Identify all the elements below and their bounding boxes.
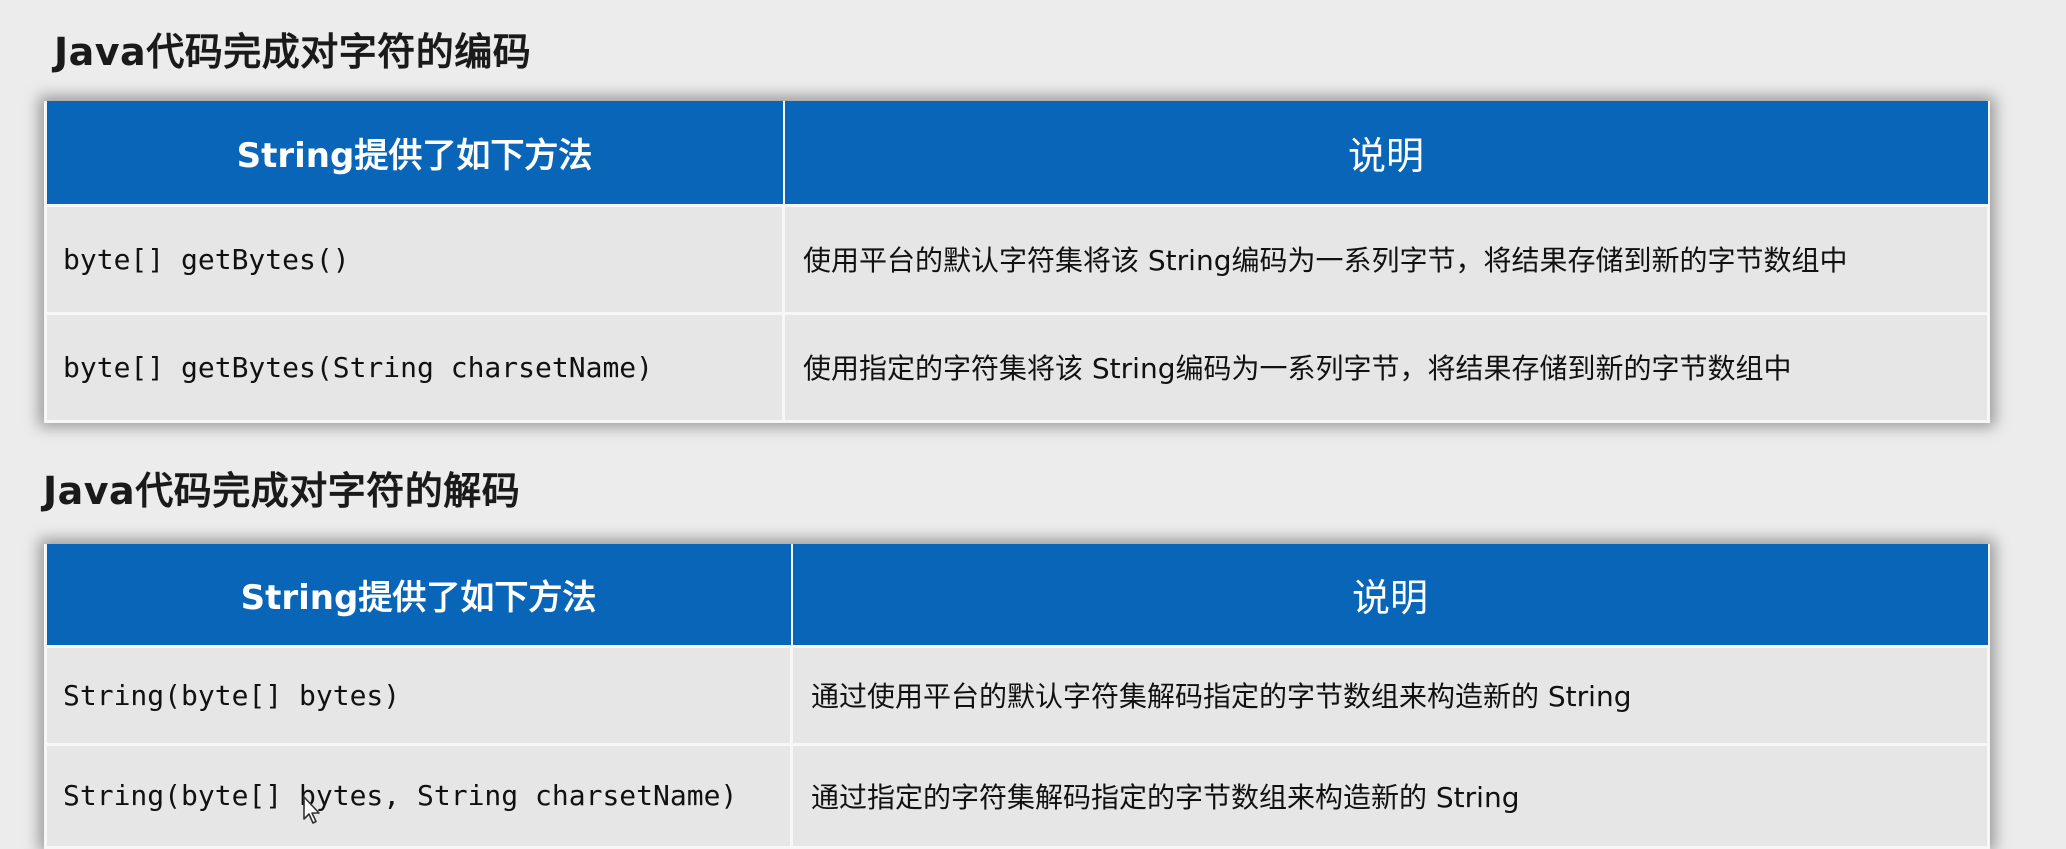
method-signature: String(byte[] bytes, String charsetName) bbox=[44, 742, 793, 849]
header-method: String提供了如下方法 bbox=[44, 544, 793, 647]
header-description: 说明 bbox=[790, 544, 1990, 647]
table-row: byte[] getBytes(String charsetName) 使用指定… bbox=[44, 311, 1990, 423]
encode-methods-table: String提供了如下方法 说明 byte[] getBytes() 使用平台的… bbox=[44, 101, 1990, 423]
encode-section-title: Java代码完成对字符的编码 bbox=[54, 30, 532, 74]
method-description: 通过指定的字符集解码指定的字节数组来构造新的 String bbox=[790, 742, 1990, 849]
method-description: 通过使用平台的默认字符集解码指定的字节数组来构造新的 String bbox=[790, 644, 1990, 746]
table-header-row: String提供了如下方法 说明 bbox=[44, 101, 1990, 206]
header-method: String提供了如下方法 bbox=[44, 101, 785, 206]
method-signature: String(byte[] bytes) bbox=[44, 644, 793, 746]
table-row: String(byte[] bytes) 通过使用平台的默认字符集解码指定的字节… bbox=[44, 644, 1990, 746]
decode-section-title: Java代码完成对字符的解码 bbox=[43, 469, 521, 513]
method-signature: byte[] getBytes(String charsetName) bbox=[44, 311, 785, 423]
header-description: 说明 bbox=[782, 101, 1990, 206]
table-row: String(byte[] bytes, String charsetName)… bbox=[44, 742, 1990, 849]
table-row: byte[] getBytes() 使用平台的默认字符集将该 String编码为… bbox=[44, 203, 1990, 315]
method-signature: byte[] getBytes() bbox=[44, 203, 785, 315]
mouse-pointer-icon bbox=[302, 795, 324, 825]
method-description: 使用指定的字符集将该 String编码为一系列字节，将结果存储到新的字节数组中 bbox=[782, 311, 1990, 423]
table-header-row: String提供了如下方法 说明 bbox=[44, 544, 1990, 647]
method-description: 使用平台的默认字符集将该 String编码为一系列字节，将结果存储到新的字节数组… bbox=[782, 203, 1990, 315]
decode-methods-table: String提供了如下方法 说明 String(byte[] bytes) 通过… bbox=[44, 544, 1990, 849]
